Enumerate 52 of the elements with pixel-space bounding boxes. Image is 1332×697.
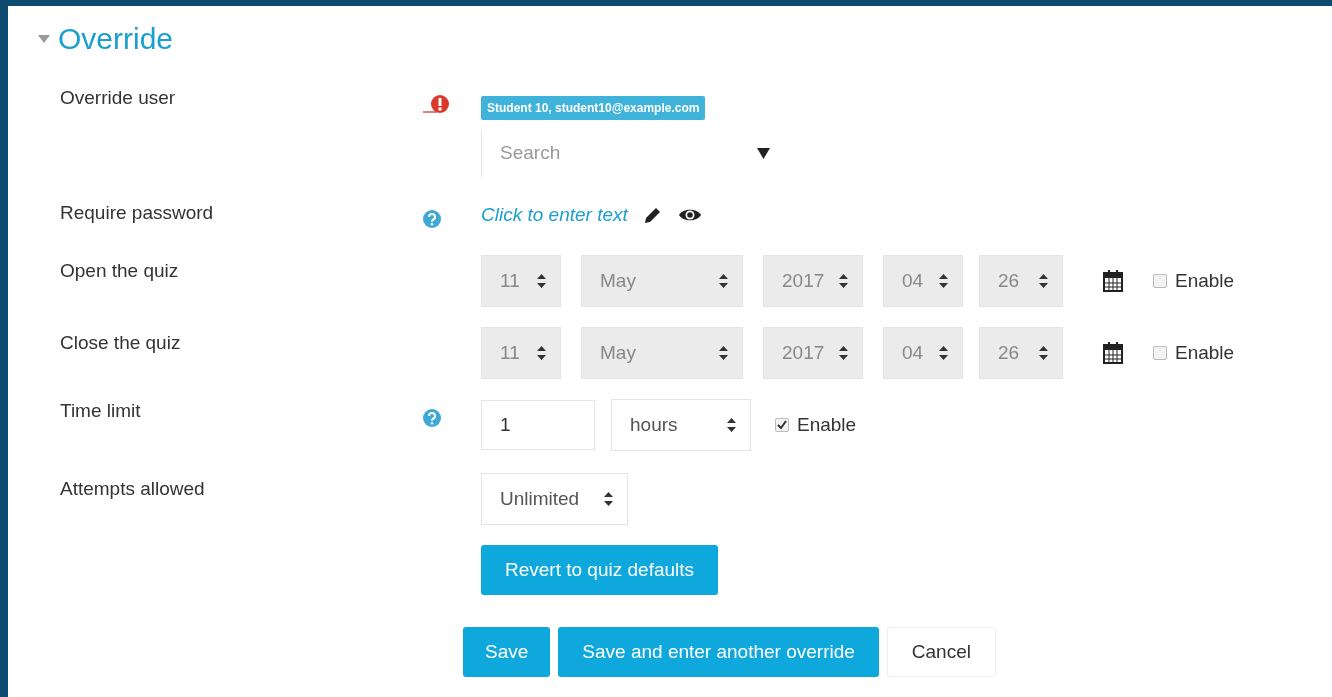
year-select[interactable]: 2017 [763,327,863,379]
checkbox-label: Enable [1175,268,1235,293]
minute-select[interactable]: 26 [979,255,1063,307]
checkbox[interactable] [775,418,789,432]
field-label: Require password [59,200,215,225]
sort-arrows-icon [727,418,736,432]
attempts-select[interactable]: Unlimited [481,473,628,525]
section-title[interactable]: Override [58,24,174,54]
unit-select[interactable]: hours [611,399,751,451]
action-button[interactable]: Cancel [886,627,996,677]
action-button[interactable]: Save and enter another override [558,627,879,677]
field-label: Attempts allowed [59,477,206,501]
field-label: Override user [59,86,177,110]
sort-arrows-icon [839,274,848,288]
sort-arrows-icon [604,492,613,506]
dropdown-icon [757,147,770,159]
field-label: Close the quiz [59,331,182,355]
help-icon[interactable] [423,210,441,229]
hour-select[interactable]: 04 [883,327,963,379]
sort-arrows-icon [939,274,948,288]
calendar-icon[interactable] [1103,342,1123,364]
checkbox[interactable] [1153,346,1167,360]
help-icon[interactable] [423,409,441,427]
year-select[interactable]: 2017 [763,255,863,307]
sort-arrows-icon [1039,274,1048,288]
checkbox-label: Enable [1175,340,1235,365]
action-button[interactable]: Save [463,627,551,677]
sort-arrows-icon [1039,346,1048,360]
sort-arrows-icon [719,346,728,360]
number-field[interactable]: 1 [481,400,595,450]
day-select[interactable]: 11 [481,327,561,379]
calendar-icon[interactable] [1103,270,1123,292]
field-label: Open the quiz [59,259,180,283]
search-field[interactable]: Search [481,129,778,177]
selected-user-tag[interactable]: Student 10, student10@example.com [481,96,706,120]
sort-arrows-icon [537,346,546,360]
sort-arrows-icon [839,346,848,360]
revert-button[interactable]: Revert to quiz defaults [481,545,719,595]
editable-text-link[interactable]: Click to enter text [481,200,628,229]
checkbox-label: Enable [797,412,857,437]
sort-arrows-icon [537,274,546,288]
day-select[interactable]: 11 [481,255,561,307]
hour-select[interactable]: 04 [883,255,963,307]
sort-arrows-icon [939,346,948,360]
sort-arrows-icon [719,274,728,288]
minute-select[interactable]: 26 [979,327,1063,379]
month-select[interactable]: May [581,327,743,379]
checkbox[interactable] [1153,274,1167,288]
pencil-icon[interactable] [643,205,662,224]
collapse-triangle-icon[interactable] [38,35,50,43]
field-label: Time limit [59,399,142,423]
month-select[interactable]: May [581,255,743,307]
